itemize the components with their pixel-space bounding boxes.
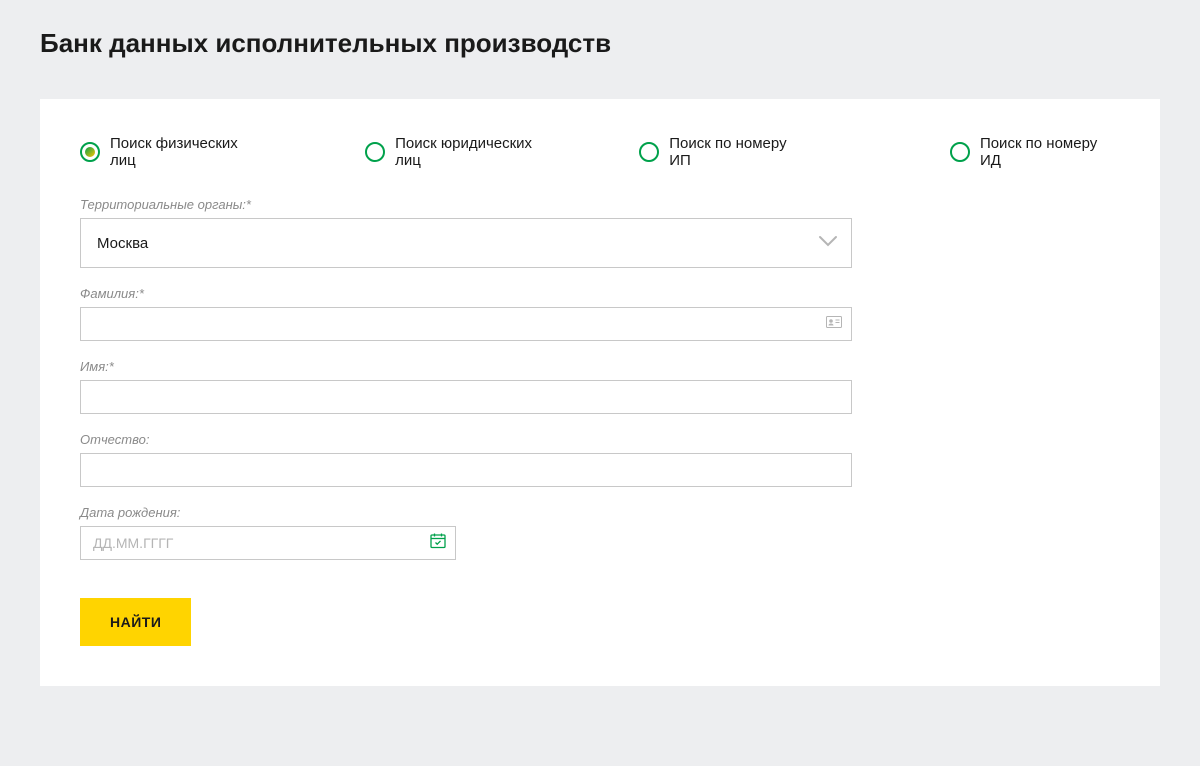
radio-ip-number[interactable]: Поиск по номеру ИП <box>639 135 810 169</box>
birthdate-label: Дата рождения: <box>80 505 456 520</box>
patronymic-label: Отчество: <box>80 432 1120 447</box>
radio-label: Поиск физических лиц <box>110 135 265 169</box>
search-form-card: Поиск физических лиц Поиск юридических л… <box>40 99 1160 686</box>
birthdate-group: Дата рождения: <box>80 505 456 560</box>
search-button[interactable]: НАЙТИ <box>80 598 191 646</box>
lastname-group: Фамилия:* <box>80 286 1120 341</box>
firstname-input[interactable] <box>80 380 852 414</box>
page-title: Банк данных исполнительных производств <box>40 28 1160 59</box>
territory-selected-value: Москва <box>97 235 148 252</box>
lastname-label: Фамилия:* <box>80 286 1120 301</box>
search-type-radio-group: Поиск физических лиц Поиск юридических л… <box>80 135 1120 169</box>
radio-legal-entities[interactable]: Поиск юридических лиц <box>365 135 559 169</box>
lastname-wrapper <box>80 307 852 341</box>
radio-id-number[interactable]: Поиск по номеру ИД <box>950 135 1120 169</box>
territory-select-wrapper: Москва <box>80 218 852 268</box>
contact-card-icon <box>826 315 842 333</box>
birthdate-wrapper <box>80 526 456 560</box>
birthdate-input[interactable] <box>80 526 456 560</box>
territory-label: Территориальные органы:* <box>80 197 1120 212</box>
firstname-label: Имя:* <box>80 359 1120 374</box>
radio-label: Поиск юридических лиц <box>395 135 559 169</box>
firstname-group: Имя:* <box>80 359 1120 414</box>
lastname-input[interactable] <box>80 307 852 341</box>
patronymic-group: Отчество: <box>80 432 1120 487</box>
radio-individuals[interactable]: Поиск физических лиц <box>80 135 265 169</box>
radio-label: Поиск по номеру ИП <box>669 135 810 169</box>
territory-select[interactable]: Москва <box>80 218 852 268</box>
territory-group: Территориальные органы:* Москва <box>80 197 1120 268</box>
radio-icon <box>80 142 100 162</box>
radio-icon <box>365 142 385 162</box>
radio-icon <box>639 142 659 162</box>
radio-label: Поиск по номеру ИД <box>980 135 1120 169</box>
patronymic-input[interactable] <box>80 453 852 487</box>
calendar-icon[interactable] <box>430 533 446 554</box>
radio-icon <box>950 142 970 162</box>
